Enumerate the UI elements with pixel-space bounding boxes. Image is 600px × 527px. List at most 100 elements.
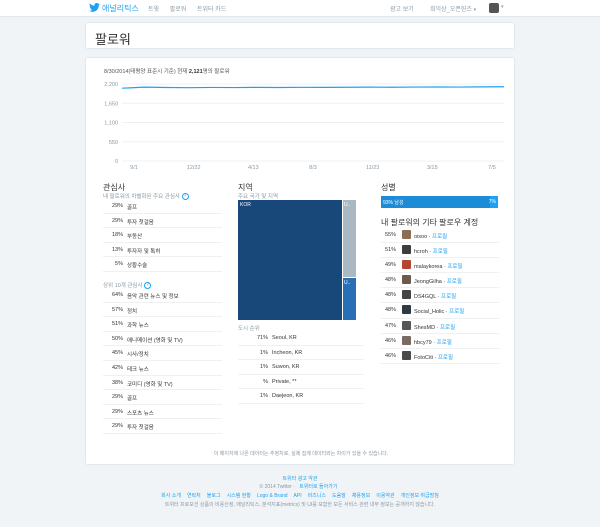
account-name-line: hcroh · 프로필 (414, 249, 448, 256)
interest-row: 64% 음악 관련 뉴스 및 정보 (103, 288, 222, 303)
row-label: 음악 관련 뉴스 및 정보 (127, 294, 179, 300)
account-percent: 46% (385, 352, 397, 359)
account-avatar[interactable] (402, 350, 411, 360)
cities-list: 71% Seoul, KR 1% Incheon, KR 1% Suwon, KR% Pri… (238, 331, 364, 404)
row-percent: 29% (111, 423, 123, 430)
country-treemap[interactable]: KOR U.. U.. (238, 200, 356, 320)
account-name[interactable]: Social_Holic (414, 309, 444, 315)
account-avatar[interactable] (402, 245, 411, 255)
account-row[interactable]: 48% DS4GQL · 프로필 (381, 288, 499, 304)
nav-twitter-cards[interactable]: 트위터 카드 (197, 7, 226, 13)
row-percent: 29% (111, 203, 123, 209)
nav-followers[interactable]: 팔로워 (170, 7, 187, 13)
account-avatar[interactable] (402, 320, 411, 330)
footer-link[interactable]: 개인정보 취급방침 (401, 493, 439, 499)
row-percent: 5% (115, 261, 123, 268)
footer-link[interactable]: 회사 소개 (161, 493, 181, 499)
account-avatar[interactable] (402, 335, 411, 345)
row-percent: 57% (111, 306, 123, 313)
footer-link[interactable]: Logo & Brand (257, 493, 288, 499)
interest-row: 29% 스포츠 뉴스 (103, 405, 222, 420)
profile-link[interactable]: 프로필 (441, 294, 456, 300)
account-name[interactable]: FotoCiti (414, 355, 433, 361)
account-name-line: hbcy79 · 프로필 (414, 339, 452, 346)
account-row[interactable]: 47% ShesMD · 프로필 (381, 319, 499, 334)
account-name[interactable]: hcroh (414, 249, 428, 255)
profile-link[interactable]: 프로필 (447, 279, 462, 285)
account-avatar[interactable] (402, 230, 411, 239)
profile-link[interactable]: 프로필 (438, 355, 453, 361)
account-row[interactable]: 48% JeongGilha · 프로필 (381, 273, 499, 289)
top-nav: 트윗 팔로워 트위터 카드 (148, 4, 235, 13)
account-row[interactable]: 48% Social_Holic · 프로필 (381, 303, 499, 319)
page-title: 팔로워 (95, 32, 131, 47)
footer-link[interactable]: 시스템 현황 (227, 493, 251, 499)
footer-link[interactable]: 연락처 (187, 493, 201, 499)
ads-link[interactable]: 광고 보기 (390, 4, 414, 13)
account-name[interactable]: ShesMD (414, 325, 435, 331)
account-row[interactable]: 55% oisoo · 프로필 (381, 228, 499, 244)
city-row: 1% Daejeon, KR (238, 389, 364, 404)
row-label: 스포츠 뉴스 (127, 410, 154, 417)
account-name-line: JeongGilha · 프로필 (414, 279, 462, 286)
account-name-line: DS4GQL · 프로필 (414, 294, 457, 301)
row-label: 정치 (127, 308, 138, 315)
row-label: 코미디 (영화 및 TV) (127, 381, 173, 388)
row-label: 투자자 및 톡허 (127, 248, 161, 255)
account-avatar[interactable] (402, 260, 411, 270)
x-tick-label: 4/13 (248, 165, 259, 171)
treemap-cell-kor[interactable]: KOR (238, 200, 342, 320)
interest-row: 42% 테크 뉴스 (103, 361, 222, 376)
account-avatar[interactable] (402, 290, 411, 300)
avatar[interactable] (489, 3, 499, 13)
profile-link[interactable]: 프로필 (447, 264, 462, 270)
account-avatar[interactable] (402, 275, 411, 285)
interest-row: 29% 골프 (103, 199, 222, 214)
analytics-brand[interactable]: 애널리틱스 (102, 3, 139, 14)
account-name[interactable]: oisoo (414, 234, 427, 240)
account-name[interactable]: DS4GQL (414, 294, 436, 300)
footer-link[interactable]: 채용정보 (352, 493, 370, 499)
other-accounts-list: 55% oisoo · 프로필 51% hcroh · 프로필 49% malaykore… (381, 228, 499, 364)
account-name[interactable]: malaykorea (414, 264, 442, 270)
footer-link[interactable]: 도움말 (332, 493, 346, 499)
account-row[interactable]: 46% FotoCiti · 프로필 (381, 349, 499, 364)
account-percent: 51% (385, 247, 397, 254)
account-name[interactable]: JeongGilha (414, 279, 442, 285)
row-percent: % (263, 378, 268, 385)
x-tick-label: 7/5 (488, 165, 496, 171)
series-line[interactable] (121, 86, 505, 89)
row-label: 투자 첫걸음 (127, 425, 154, 432)
footer-copyright: © 2014 Twitter · 트위터로 돌아가기 (259, 484, 338, 490)
y-tick-label: 2,200 (104, 82, 118, 88)
footer-link[interactable]: API (294, 493, 302, 499)
twitter-bird-icon[interactable] (89, 3, 100, 12)
account-avatar[interactable] (402, 305, 411, 315)
account-name[interactable]: hbcy79 (414, 340, 432, 346)
gender-bar[interactable]: 93% 남성 7% (381, 196, 498, 208)
city-row: 1% Suwon, KR (238, 360, 364, 375)
footer-link[interactable]: 이용약관 (376, 493, 394, 499)
footer-link[interactable]: 비즈니스 (308, 493, 326, 499)
account-row[interactable]: 49% malaykorea · 프로필 (381, 258, 499, 274)
account-row[interactable]: 46% hbcy79 · 프로필 (381, 334, 499, 349)
y-tick-label: 1,650 (104, 101, 118, 107)
ads-terms-link[interactable]: 트위터 광고 약관 (283, 476, 318, 482)
profile-link[interactable]: 프로필 (440, 325, 455, 331)
profile-link[interactable]: 프로필 (433, 249, 448, 255)
profile-link[interactable]: 프로필 (437, 340, 452, 346)
chevron-down-icon[interactable]: ▾ (501, 4, 504, 10)
profile-link[interactable]: 프로필 (449, 309, 464, 315)
user-menu[interactable]: 희익상_오픈헌즈 ▾ (430, 4, 476, 13)
follower-line-chart[interactable]: 2,200 1,650 1,100 550 0 9/1 12/22 4/13 8/3 11/23 3… (86, 58, 516, 178)
unique-interests-list: 29% 골프 29% 투자 첫걸음 18% 부동산 13% 투자자 및 톡허 5% 상황수술 (103, 199, 222, 272)
back-to-twitter-link[interactable]: 트위터로 돌아가기 (299, 484, 337, 490)
footer-link[interactable]: 블로그 (207, 493, 221, 499)
interest-row: 29% 투자 첫걸음 (103, 214, 222, 229)
row-label: Suwon, KR (272, 364, 300, 371)
nav-tweets[interactable]: 트윗 (148, 7, 159, 13)
treemap-cell-2[interactable]: U.. (343, 200, 356, 277)
treemap-cell-3[interactable]: U.. (343, 278, 356, 320)
account-row[interactable]: 51% hcroh · 프로필 (381, 243, 499, 259)
profile-link[interactable]: 프로필 (432, 234, 447, 240)
